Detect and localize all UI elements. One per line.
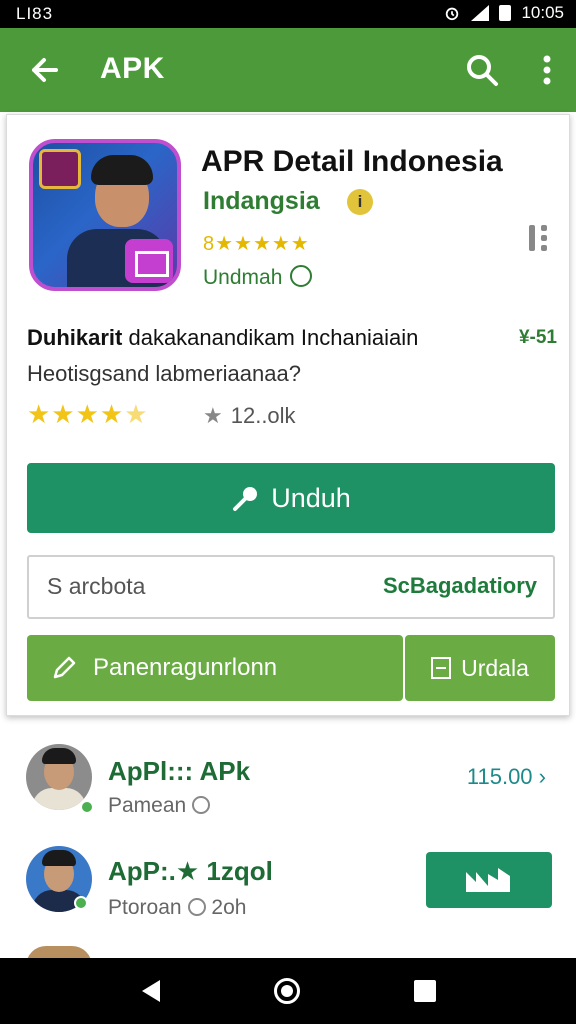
battery-icon [499,5,512,21]
list-item-subtitle: Pamean [108,794,211,818]
app-icon [29,139,181,291]
description-line-1: Duhikarit dakakanandikam Inchaniaiain [27,325,418,351]
star-full: ★★★★ [27,399,125,429]
back-arrow-icon[interactable] [26,50,66,90]
list-item-name: ApPl::: APk [108,756,251,786]
nav-home-icon[interactable] [274,978,300,1004]
info-icon[interactable]: i [347,189,373,215]
list-item-action-button[interactable] [426,852,552,908]
app-rating: 8★★★★★ [203,233,310,255]
review-star-icon: ★ [203,403,223,428]
clock-icon [187,898,206,916]
star-rating: ★★★★★ [27,399,149,430]
list-item-price[interactable]: 115.00 › [467,764,546,790]
description-rest: dakakanandikam Inchaniaiain [122,325,419,350]
more-options-icon[interactable] [532,50,562,90]
smile-icon [290,265,313,287]
price-tag: ¥-51 [518,327,557,348]
review-count: ★ 12..olk [203,403,296,429]
search-placeholder: S arcbota [47,573,146,599]
app-detail-card: APR Detail Indonesia Indangsia i 8★★★★★ … [6,114,570,716]
nav-recents-icon[interactable] [414,980,436,1002]
online-indicator [74,896,88,910]
side-menu-icon[interactable] [527,223,551,253]
list-item-time: 2oh [211,896,247,919]
list-item-subtitle: Ptoroan 2oh [108,896,246,920]
list-item-sub-text: Ptoroan [108,896,182,919]
search-field[interactable]: S arcbota ScBagadatiory [27,555,555,619]
app-icon-emblem [39,149,81,189]
nav-back-icon[interactable] [142,980,160,1002]
recommend-label: Panenragunrlonn [93,654,278,681]
alarm-icon [446,7,459,21]
app-developer[interactable]: Indangsia [203,187,320,216]
store-icon [125,239,173,283]
download-label: Unduh [271,482,351,513]
avatar-hair [42,748,76,764]
status-bar: LI83 10:05 [0,0,576,28]
status-time: 10:05 [521,3,564,22]
chart-icon [466,868,510,892]
app-bar: APK [0,28,576,112]
list-item-sub-text: Pamean [108,794,187,817]
online-indicator [80,800,94,814]
description-line-2: Heotisgsand labmeriaanaa? [27,361,301,386]
status-carrier: LI83 [16,4,54,23]
list-item[interactable]: ApPl::: APk Pamean 115.00 › [0,738,576,838]
search-action-link[interactable]: ScBagadatiory [383,573,537,599]
app-list: ApPl::: APk Pamean 115.00 › ApP:.★ 1zqol… [0,730,576,966]
star-half: ★ [124,399,149,429]
clock-icon [192,796,211,814]
navigation-bar [0,958,576,1024]
list-item[interactable]: ApP:.★ 1zqol Ptoroan 2oh [0,840,576,940]
install-label: Undmah [203,266,283,289]
app-bar-title: APK [100,52,165,85]
data-button[interactable]: Urdala [405,635,555,701]
status-icons: 10:05 [443,3,564,23]
avatar [26,744,92,810]
recommend-button[interactable]: Panenragunrlonn [27,635,403,701]
app-icon-figure-hair [91,155,153,185]
review-count-value: 12..olk [230,403,296,428]
avatar-body [32,788,86,810]
pencil-icon [53,656,76,679]
description-bold: Duhikarit [27,325,123,350]
download-button[interactable]: Unduh [27,463,555,533]
app-title: APR Detail Indonesia [201,145,503,178]
key-icon [233,487,258,511]
data-label: Urdala [461,654,529,681]
list-item-name: ApP:.★ 1zqol [108,856,273,886]
search-icon[interactable] [462,50,502,90]
screen: LI83 10:05 APK APR Detail Indonesia Inda… [0,0,576,1024]
document-icon [431,657,452,679]
signal-icon [471,5,490,21]
avatar-hair [42,850,76,866]
install-status: Undmah [203,265,313,290]
